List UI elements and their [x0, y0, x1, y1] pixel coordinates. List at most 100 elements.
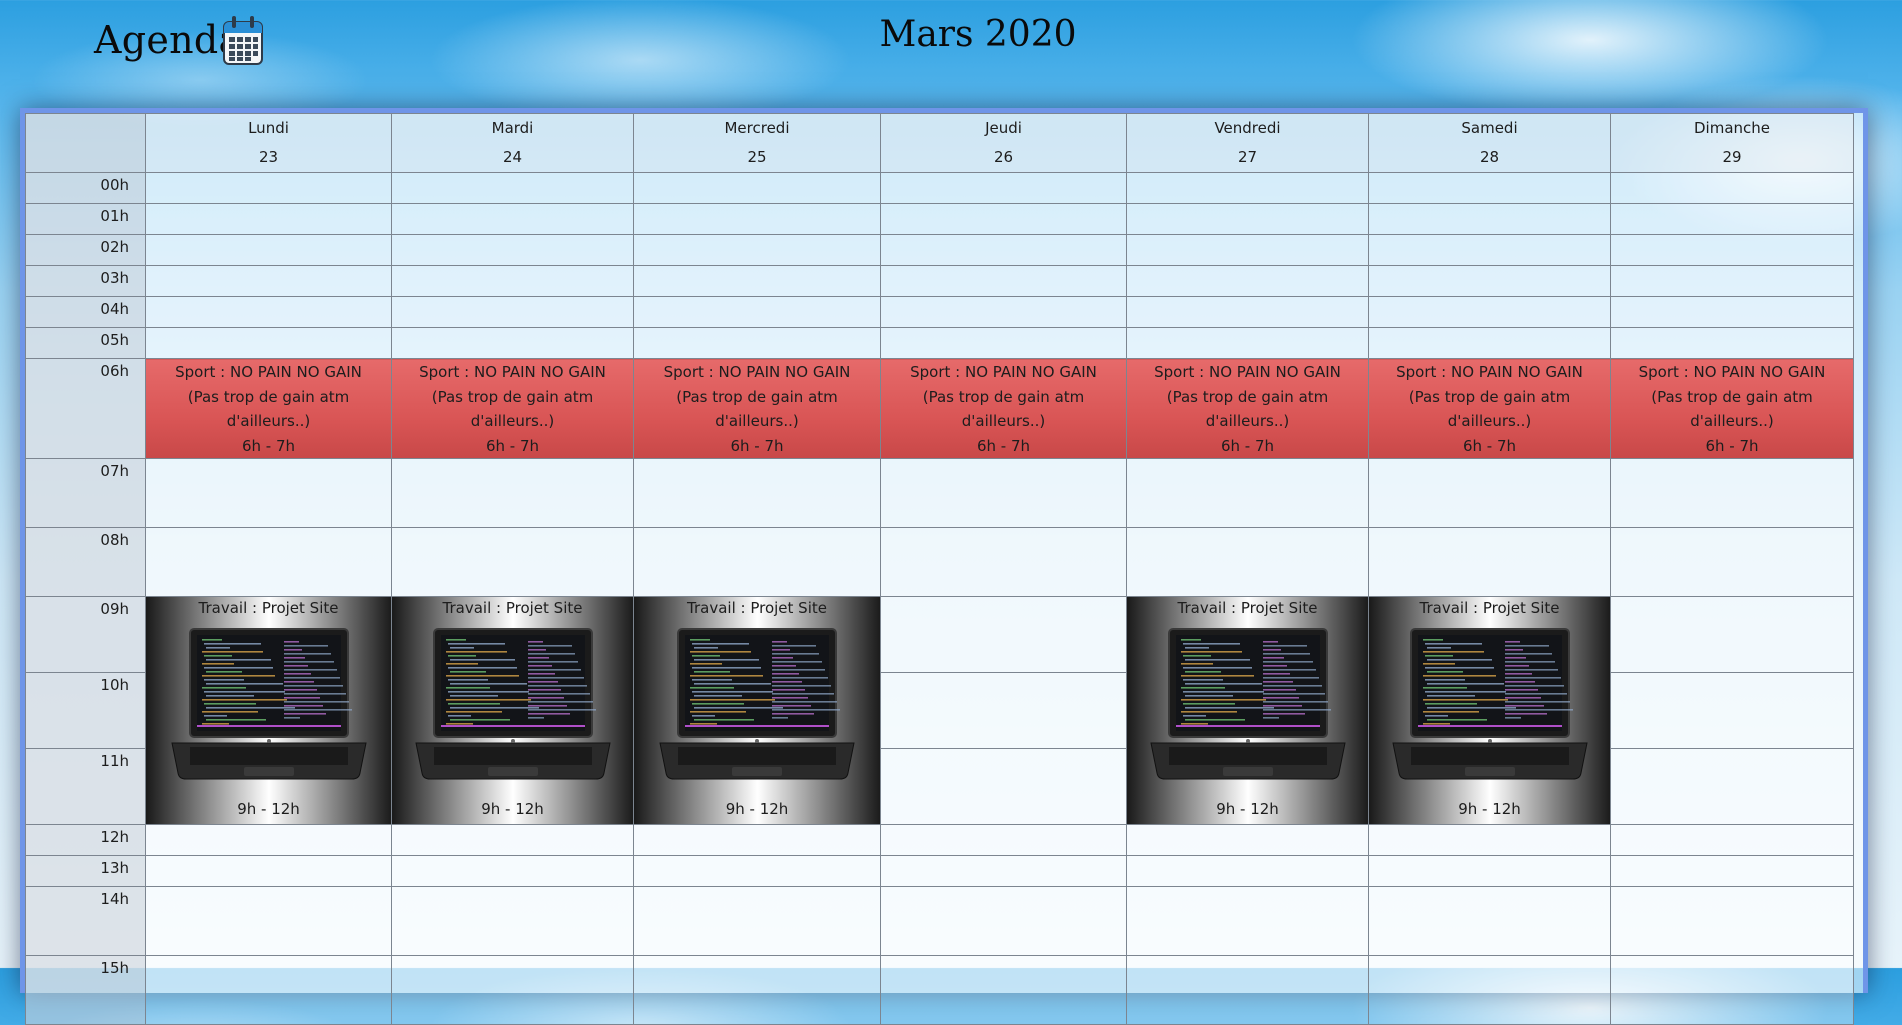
time-slot[interactable]	[391, 824, 634, 856]
time-slot[interactable]	[633, 234, 881, 266]
time-slot[interactable]	[633, 458, 881, 528]
time-slot[interactable]	[1368, 458, 1611, 528]
time-slot[interactable]	[1610, 296, 1854, 328]
time-slot[interactable]	[1610, 672, 1854, 749]
event-sport[interactable]: Sport : NO PAIN NO GAIN (Pas trop de gain…	[1126, 358, 1369, 459]
time-slot[interactable]	[880, 955, 1127, 1025]
time-slot[interactable]	[1610, 327, 1854, 359]
time-slot[interactable]	[880, 458, 1127, 528]
time-slot[interactable]	[880, 172, 1127, 204]
time-slot[interactable]	[1610, 527, 1854, 597]
day-header-mardi[interactable]: Mardi 24	[391, 113, 634, 173]
time-slot[interactable]	[633, 327, 881, 359]
time-slot[interactable]	[633, 824, 881, 856]
time-slot[interactable]	[145, 265, 392, 297]
time-slot[interactable]	[880, 672, 1127, 749]
time-slot[interactable]	[145, 955, 392, 1025]
time-slot[interactable]	[391, 458, 634, 528]
time-slot[interactable]	[145, 458, 392, 528]
time-slot[interactable]	[1126, 265, 1369, 297]
time-slot[interactable]	[145, 855, 392, 887]
time-slot[interactable]	[1126, 855, 1369, 887]
day-header-lundi[interactable]: Lundi 23	[145, 113, 392, 173]
time-slot[interactable]	[633, 265, 881, 297]
time-slot[interactable]	[145, 296, 392, 328]
time-slot[interactable]	[880, 327, 1127, 359]
time-slot[interactable]	[1610, 172, 1854, 204]
time-slot[interactable]	[633, 955, 881, 1025]
time-slot[interactable]	[880, 596, 1127, 673]
time-slot[interactable]	[1126, 172, 1369, 204]
time-slot[interactable]	[633, 527, 881, 597]
time-slot[interactable]	[633, 855, 881, 887]
time-slot[interactable]	[391, 234, 634, 266]
time-slot[interactable]	[391, 855, 634, 887]
time-slot[interactable]	[1126, 886, 1369, 956]
time-slot[interactable]	[1610, 234, 1854, 266]
time-slot[interactable]	[1610, 748, 1854, 825]
time-slot[interactable]	[1368, 955, 1611, 1025]
time-slot[interactable]	[145, 234, 392, 266]
time-slot[interactable]	[145, 327, 392, 359]
day-header-dimanche[interactable]: Dimanche 29	[1610, 113, 1854, 173]
time-slot[interactable]	[391, 886, 634, 956]
time-slot[interactable]	[1126, 327, 1369, 359]
time-slot[interactable]	[880, 824, 1127, 856]
event-sport[interactable]: Sport : NO PAIN NO GAIN (Pas trop de gain…	[633, 358, 881, 459]
day-header-samedi[interactable]: Samedi 28	[1368, 113, 1611, 173]
day-header-vendredi[interactable]: Vendredi 27	[1126, 113, 1369, 173]
time-slot[interactable]	[880, 265, 1127, 297]
time-slot[interactable]	[1610, 265, 1854, 297]
time-slot[interactable]	[633, 203, 881, 235]
time-slot[interactable]	[1610, 824, 1854, 856]
time-slot[interactable]	[1368, 886, 1611, 956]
time-slot[interactable]	[1368, 327, 1611, 359]
time-slot[interactable]	[391, 172, 634, 204]
event-sport[interactable]: Sport : NO PAIN NO GAIN (Pas trop de gain…	[145, 358, 392, 459]
time-slot[interactable]	[1610, 203, 1854, 235]
day-header-mercredi[interactable]: Mercredi 25	[633, 113, 881, 173]
event-sport[interactable]: Sport : NO PAIN NO GAIN (Pas trop de gain…	[1610, 358, 1854, 459]
time-slot[interactable]	[391, 327, 634, 359]
event-sport[interactable]: Sport : NO PAIN NO GAIN (Pas trop de gain…	[1368, 358, 1611, 459]
time-slot[interactable]	[391, 955, 634, 1025]
time-slot[interactable]	[1126, 458, 1369, 528]
time-slot[interactable]	[145, 527, 392, 597]
time-slot[interactable]	[1368, 855, 1611, 887]
time-slot[interactable]	[880, 234, 1127, 266]
time-slot[interactable]	[880, 855, 1127, 887]
time-slot[interactable]	[1610, 855, 1854, 887]
event-work[interactable]: Travail : Projet Site 9h - 12h	[633, 596, 881, 825]
time-slot[interactable]	[1126, 824, 1369, 856]
event-work[interactable]: Travail : Projet Site 9h - 12h	[145, 596, 392, 825]
time-slot[interactable]	[1368, 824, 1611, 856]
time-slot[interactable]	[1368, 296, 1611, 328]
event-sport[interactable]: Sport : NO PAIN NO GAIN (Pas trop de gain…	[880, 358, 1127, 459]
time-slot[interactable]	[880, 886, 1127, 956]
event-sport[interactable]: Sport : NO PAIN NO GAIN (Pas trop de gain…	[391, 358, 634, 459]
event-work[interactable]: Travail : Projet Site 9h - 12h	[1126, 596, 1369, 825]
time-slot[interactable]	[1126, 955, 1369, 1025]
event-work[interactable]: Travail : Projet Site 9h - 12h	[1368, 596, 1611, 825]
time-slot[interactable]	[880, 748, 1127, 825]
time-slot[interactable]	[391, 265, 634, 297]
time-slot[interactable]	[1368, 234, 1611, 266]
time-slot[interactable]	[145, 203, 392, 235]
time-slot[interactable]	[1368, 265, 1611, 297]
time-slot[interactable]	[145, 824, 392, 856]
time-slot[interactable]	[880, 527, 1127, 597]
time-slot[interactable]	[1368, 172, 1611, 204]
time-slot[interactable]	[391, 527, 634, 597]
time-slot[interactable]	[1368, 527, 1611, 597]
time-slot[interactable]	[391, 203, 634, 235]
event-work[interactable]: Travail : Projet Site 9h - 12h	[391, 596, 634, 825]
time-slot[interactable]	[880, 296, 1127, 328]
time-slot[interactable]	[1610, 886, 1854, 956]
time-slot[interactable]	[391, 296, 634, 328]
time-slot[interactable]	[145, 172, 392, 204]
time-slot[interactable]	[1610, 458, 1854, 528]
time-slot[interactable]	[633, 886, 881, 956]
time-slot[interactable]	[1368, 203, 1611, 235]
time-slot[interactable]	[1610, 596, 1854, 673]
time-slot[interactable]	[1610, 955, 1854, 1025]
